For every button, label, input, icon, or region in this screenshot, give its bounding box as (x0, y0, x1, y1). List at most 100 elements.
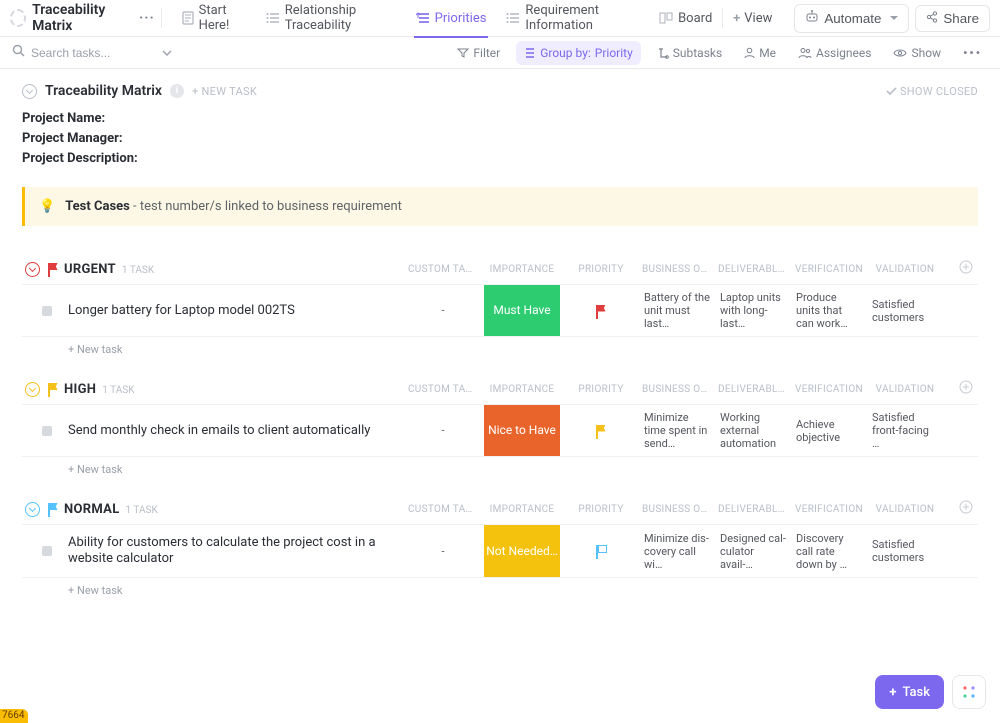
group-by-label: Group by: (540, 46, 591, 60)
robot-icon (805, 10, 819, 27)
subtasks-button[interactable]: Subtasks (651, 42, 728, 64)
add-column-button[interactable] (946, 260, 986, 278)
col-business-obj: BUSINESS OBJE… (642, 504, 712, 515)
new-task-row[interactable]: + New task (22, 337, 978, 356)
cell-priority[interactable] (566, 525, 636, 577)
add-column-button[interactable] (946, 500, 986, 518)
share-icon (926, 11, 938, 26)
cell-business-obj[interactable]: Minimize time spent in send… (642, 405, 712, 456)
cell-importance[interactable]: Not Needed… (484, 525, 560, 577)
collapse-icon[interactable] (22, 84, 37, 99)
project-manager-label: Project Manager: (22, 129, 978, 149)
task-row[interactable]: Send monthly check in emails to client a… (22, 404, 978, 457)
tab-label: Priorities (435, 11, 487, 26)
project-description-label: Project Description: (22, 149, 978, 169)
group-by-pill[interactable]: Group by: Priority (516, 41, 641, 65)
col-verification: VERIFICATION (794, 264, 864, 275)
search-input[interactable] (31, 46, 151, 60)
task-row[interactable]: Longer battery for Laptop model 002TS-Mu… (22, 284, 978, 337)
flag-icon (48, 263, 58, 275)
cell-validation[interactable]: Satisfied customers (870, 525, 940, 577)
col-business-obj: BUSINESS OBJE… (642, 264, 712, 275)
col-custom-task-id: CUSTOM TASK ID (408, 264, 478, 275)
cell-business-obj[interactable]: Battery of the unit must last… (642, 285, 712, 336)
new-task-inline-button[interactable]: + NEW TASK (192, 85, 257, 98)
cell-importance[interactable]: Nice to Have (484, 405, 560, 456)
share-button[interactable]: Share (915, 5, 990, 32)
row-trailing (946, 405, 986, 456)
task-name[interactable]: Longer battery for Laptop model 002TS (64, 285, 402, 336)
col-verification: VERIFICATION (794, 504, 864, 515)
col-deliverables: DELIVERABLES (718, 384, 788, 395)
me-label: Me (759, 46, 776, 60)
row-trailing (946, 525, 986, 577)
cell-custom-task-id[interactable]: - (408, 405, 478, 456)
tab-relationship[interactable]: Relationship Traceability (256, 0, 406, 37)
apps-fab[interactable] (952, 675, 986, 709)
cell-custom-task-id[interactable]: - (408, 285, 478, 336)
cell-verification[interactable]: Achieve objective (794, 405, 864, 456)
fab: + Task (875, 675, 986, 709)
group-toggle[interactable] (22, 262, 58, 277)
group-toggle[interactable] (22, 502, 58, 517)
filter-button[interactable]: Filter (451, 42, 506, 64)
assignees-button[interactable]: Assignees (792, 42, 877, 64)
subtasks-label: Subtasks (673, 46, 722, 60)
page-body: Traceability Matrix i + NEW TASK SHOW CL… (0, 69, 1000, 629)
cell-deliverables[interactable]: Working exter­nal automation (718, 405, 788, 456)
add-column-button[interactable] (946, 380, 986, 398)
status-toggle[interactable] (22, 525, 58, 577)
automate-button[interactable]: Automate (794, 4, 909, 33)
show-button[interactable]: Show (887, 42, 947, 64)
task-name[interactable]: Ability for customers to calculate the p… (64, 525, 402, 577)
cell-importance[interactable]: Must Have (484, 285, 560, 336)
status-toggle[interactable] (22, 285, 58, 336)
tab-priorities[interactable]: Priorities (406, 0, 497, 37)
group-icon (524, 47, 536, 59)
doc-icon (182, 11, 194, 25)
info-icon[interactable]: i (170, 84, 184, 98)
add-view-button[interactable]: + View (723, 0, 782, 37)
status-toggle[interactable] (22, 405, 58, 456)
tab-label: Start Here! (199, 3, 246, 33)
row-trailing (946, 285, 986, 336)
search-wrap (12, 44, 172, 61)
breadcrumb-more-icon[interactable]: ··· (139, 10, 155, 26)
cell-custom-task-id[interactable]: - (408, 525, 478, 577)
cell-deliverables[interactable]: Laptop units with long-last… (718, 285, 788, 336)
tab-requirement[interactable]: Requirement Information (496, 0, 649, 37)
chevron-down-icon[interactable] (162, 45, 172, 60)
group-header: URGENT1 TASKCUSTOM TASK IDIMPORTANCEPRIO… (22, 254, 978, 284)
collapse-icon (25, 502, 40, 517)
new-task-fab[interactable]: + Task (875, 675, 944, 709)
col-verification: VERIFICATION (794, 384, 864, 395)
tab-start-here[interactable]: Start Here! (172, 0, 256, 37)
cell-business-obj[interactable]: Minimize dis­covery call wi… (642, 525, 712, 577)
person-icon (744, 47, 755, 59)
show-closed-button[interactable]: SHOW CLOSED (886, 85, 978, 98)
new-task-row[interactable]: + New task (22, 457, 978, 476)
fab-task-label: Task (902, 685, 930, 700)
cell-priority[interactable] (566, 285, 636, 336)
group-header: NORMAL1 TASKCUSTOM TASK IDIMPORTANCEPRIO… (22, 494, 978, 524)
flag-icon (596, 425, 606, 437)
me-button[interactable]: Me (738, 42, 782, 64)
col-priority: PRIORITY (566, 384, 636, 395)
show-closed-label: SHOW CLOSED (900, 85, 978, 98)
cell-validation[interactable]: Satisfied customers (870, 285, 940, 336)
cell-verification[interactable]: Produce units that can work… (794, 285, 864, 336)
collapse-icon (25, 262, 40, 277)
cell-validation[interactable]: Satisfied front-facing … (870, 405, 940, 456)
priority-group: NORMAL1 TASKCUSTOM TASK IDIMPORTANCEPRIO… (22, 494, 978, 597)
col-importance: IMPORTANCE (484, 384, 560, 395)
tab-board[interactable]: Board (649, 0, 722, 37)
group-toggle[interactable] (22, 382, 58, 397)
new-task-row[interactable]: + New task (22, 578, 978, 597)
cell-deliverables[interactable]: Designed cal­culator avail-… (718, 525, 788, 577)
task-row[interactable]: Ability for customers to calculate the p… (22, 524, 978, 578)
groups-host: URGENT1 TASKCUSTOM TASK IDIMPORTANCEPRIO… (22, 254, 978, 597)
cell-verification[interactable]: Discovery call rate down by … (794, 525, 864, 577)
cell-priority[interactable] (566, 405, 636, 456)
task-name[interactable]: Send monthly check in emails to client a… (64, 405, 402, 456)
more-menu-icon[interactable]: ••• (957, 42, 988, 64)
